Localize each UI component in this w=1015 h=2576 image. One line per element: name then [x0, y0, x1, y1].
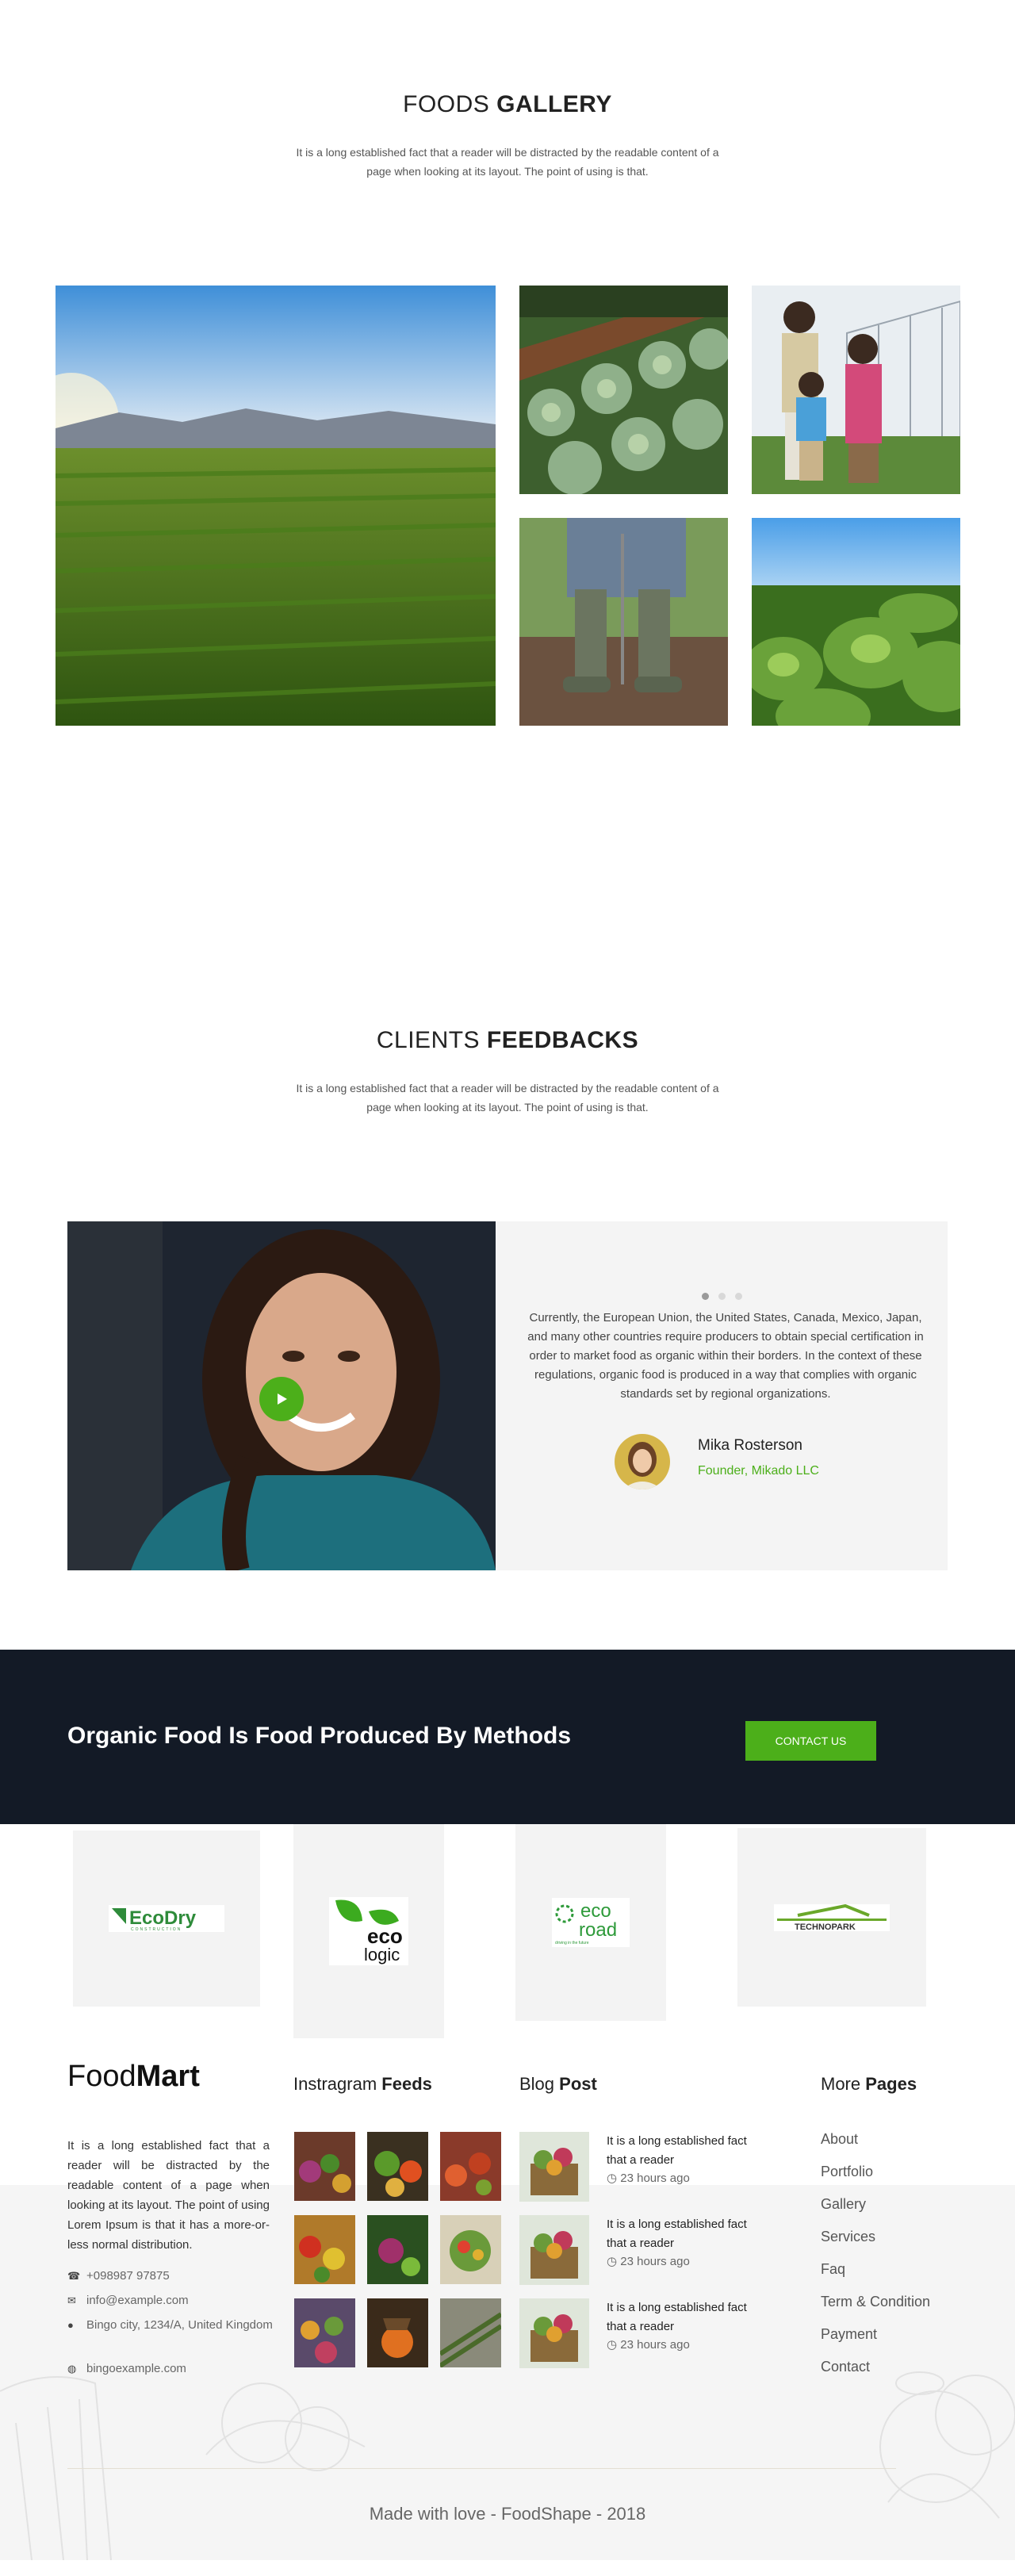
gallery-image-lettuce[interactable] [752, 518, 960, 726]
instagram-thumb-6[interactable] [440, 2215, 501, 2284]
contact-website[interactable]: ◍ bingoexample.com [67, 2359, 274, 2379]
blog-post-title-2[interactable]: It is a long established fact that a rea… [607, 2215, 765, 2253]
svg-text:eco: eco [580, 1900, 611, 1922]
contact-email[interactable]: ✉ info@example.com [67, 2291, 274, 2310]
instagram-thumb-3[interactable] [440, 2132, 501, 2201]
instagram-thumb-7[interactable] [294, 2298, 355, 2367]
svg-text:EcoDry: EcoDry [129, 1907, 197, 1929]
play-icon [278, 1393, 287, 1405]
footer-brand[interactable]: FoodMart [67, 2060, 200, 2094]
feedback-title: CLIENTS FEEDBACKS [376, 1027, 639, 1053]
instagram-title: Instragram Feeds [293, 2074, 432, 2094]
cta-banner: Organic Food Is Food Produced By Methods… [0, 1650, 1015, 1824]
testimonial-panel: Currently, the European Union, the Unite… [496, 1221, 948, 1570]
footer-link-gallery[interactable]: Gallery [821, 2196, 866, 2213]
testimonial-quote: Currently, the European Union, the Unite… [527, 1311, 924, 1401]
blog-post-thumb-2[interactable] [519, 2215, 589, 2285]
feedback-section: CLIENTS FEEDBACKS It is a long establish… [0, 872, 1015, 1650]
clock-icon: ◷ [607, 2338, 618, 2352]
instagram-thumb-1[interactable] [294, 2132, 355, 2201]
blog-title: Blog Post [519, 2074, 597, 2094]
blog-post-thumb-3[interactable] [519, 2298, 589, 2368]
carousel-dot-3[interactable] [734, 1293, 742, 1300]
footer-divider [67, 2468, 896, 2469]
svg-text:CONSTRUCTION: CONSTRUCTION [131, 1927, 182, 1932]
footer-about: It is a long established fact that a rea… [67, 2139, 270, 2252]
blog-post-thumb-1[interactable] [519, 2132, 589, 2202]
svg-text:TECHNOPARK: TECHNOPARK [795, 1922, 856, 1931]
contact-us-button[interactable]: CONTACT US [745, 1721, 876, 1761]
svg-text:logic: logic [364, 1945, 400, 1965]
blog-post-title-1[interactable]: It is a long established fact that a rea… [607, 2132, 765, 2170]
instagram-thumb-4[interactable] [294, 2215, 355, 2284]
partner-logos: EcoDry CONSTRUCTION eco logic eco road d… [0, 1824, 1015, 2042]
gallery-image-farmer-boots[interactable] [519, 518, 728, 726]
contact-phone[interactable]: ☎ +098987 97875 [67, 2267, 274, 2286]
carousel-dots [496, 1290, 948, 1304]
avatar [615, 1434, 670, 1489]
cta-heading: Organic Food Is Food Produced By Methods [67, 1723, 572, 1749]
copyright-text: Made with love - FoodShape - 2018 [369, 2504, 646, 2524]
logo-ecologic[interactable]: eco logic [293, 1824, 444, 2038]
clock-icon: ◷ [607, 2255, 618, 2268]
instagram-thumb-8[interactable] [367, 2298, 428, 2367]
testimonial-name: Mika Rosterson [698, 1437, 802, 1454]
play-button[interactable] [259, 1377, 304, 1421]
footer-link-services[interactable]: Services [821, 2229, 875, 2245]
instagram-thumb-2[interactable] [367, 2132, 428, 2201]
feedback-subtitle: It is a long established fact that a rea… [296, 1082, 719, 1114]
testimonial-video[interactable] [67, 1221, 496, 1570]
map-marker-icon: ● [67, 2319, 74, 2331]
logo-ecodry[interactable]: EcoDry CONSTRUCTION [73, 1830, 260, 2007]
blog-post-time-3: ◷ 23 hours ago [607, 2338, 690, 2352]
instagram-thumb-5[interactable] [367, 2215, 428, 2284]
carousel-dot-2[interactable] [718, 1293, 726, 1300]
carousel-dot-1[interactable] [701, 1293, 709, 1300]
instagram-thumb-9[interactable] [440, 2298, 501, 2367]
footer-link-about[interactable]: About [821, 2131, 858, 2148]
blog-post-time-1: ◷ 23 hours ago [607, 2172, 690, 2185]
svg-text:road: road [579, 1919, 617, 1941]
gallery-subtitle: It is a long established fact that a rea… [296, 146, 719, 178]
footer-link-portfolio[interactable]: Portfolio [821, 2164, 873, 2180]
footer-link-payment[interactable]: Payment [821, 2326, 877, 2343]
footer-link-terms[interactable]: Term & Condition [821, 2294, 930, 2310]
gallery-image-cabbage[interactable] [519, 286, 728, 494]
gallery-image-family[interactable] [752, 286, 960, 494]
gallery-section: FOODS GALLERY It is a long established f… [0, 0, 1015, 872]
footer-link-faq[interactable]: Faq [821, 2261, 845, 2278]
svg-text:driving in the future: driving in the future [555, 1941, 589, 1945]
globe-icon: ◍ [67, 2363, 77, 2375]
blog-post-title-3[interactable]: It is a long established fact that a rea… [607, 2298, 765, 2336]
contact-address: ● Bingo city, 1234/A, United Kingdom [67, 2316, 274, 2335]
phone-icon: ☎ [67, 2270, 81, 2282]
gallery-image-field[interactable] [56, 286, 496, 726]
envelope-icon: ✉ [67, 2294, 76, 2306]
logo-technopark[interactable]: TECHNOPARK [737, 1828, 926, 2007]
gallery-title: FOODS GALLERY [403, 91, 612, 117]
footer: FoodMart It is a long established fact t… [0, 2042, 1015, 2560]
clock-icon: ◷ [607, 2172, 618, 2185]
blog-post-time-2: ◷ 23 hours ago [607, 2255, 690, 2268]
more-pages-title: More Pages [821, 2074, 917, 2094]
testimonial-role: Founder, Mikado LLC [698, 1464, 819, 1478]
logo-ecoroad[interactable]: eco road driving in the future [515, 1824, 666, 2021]
footer-link-contact[interactable]: Contact [821, 2359, 870, 2375]
